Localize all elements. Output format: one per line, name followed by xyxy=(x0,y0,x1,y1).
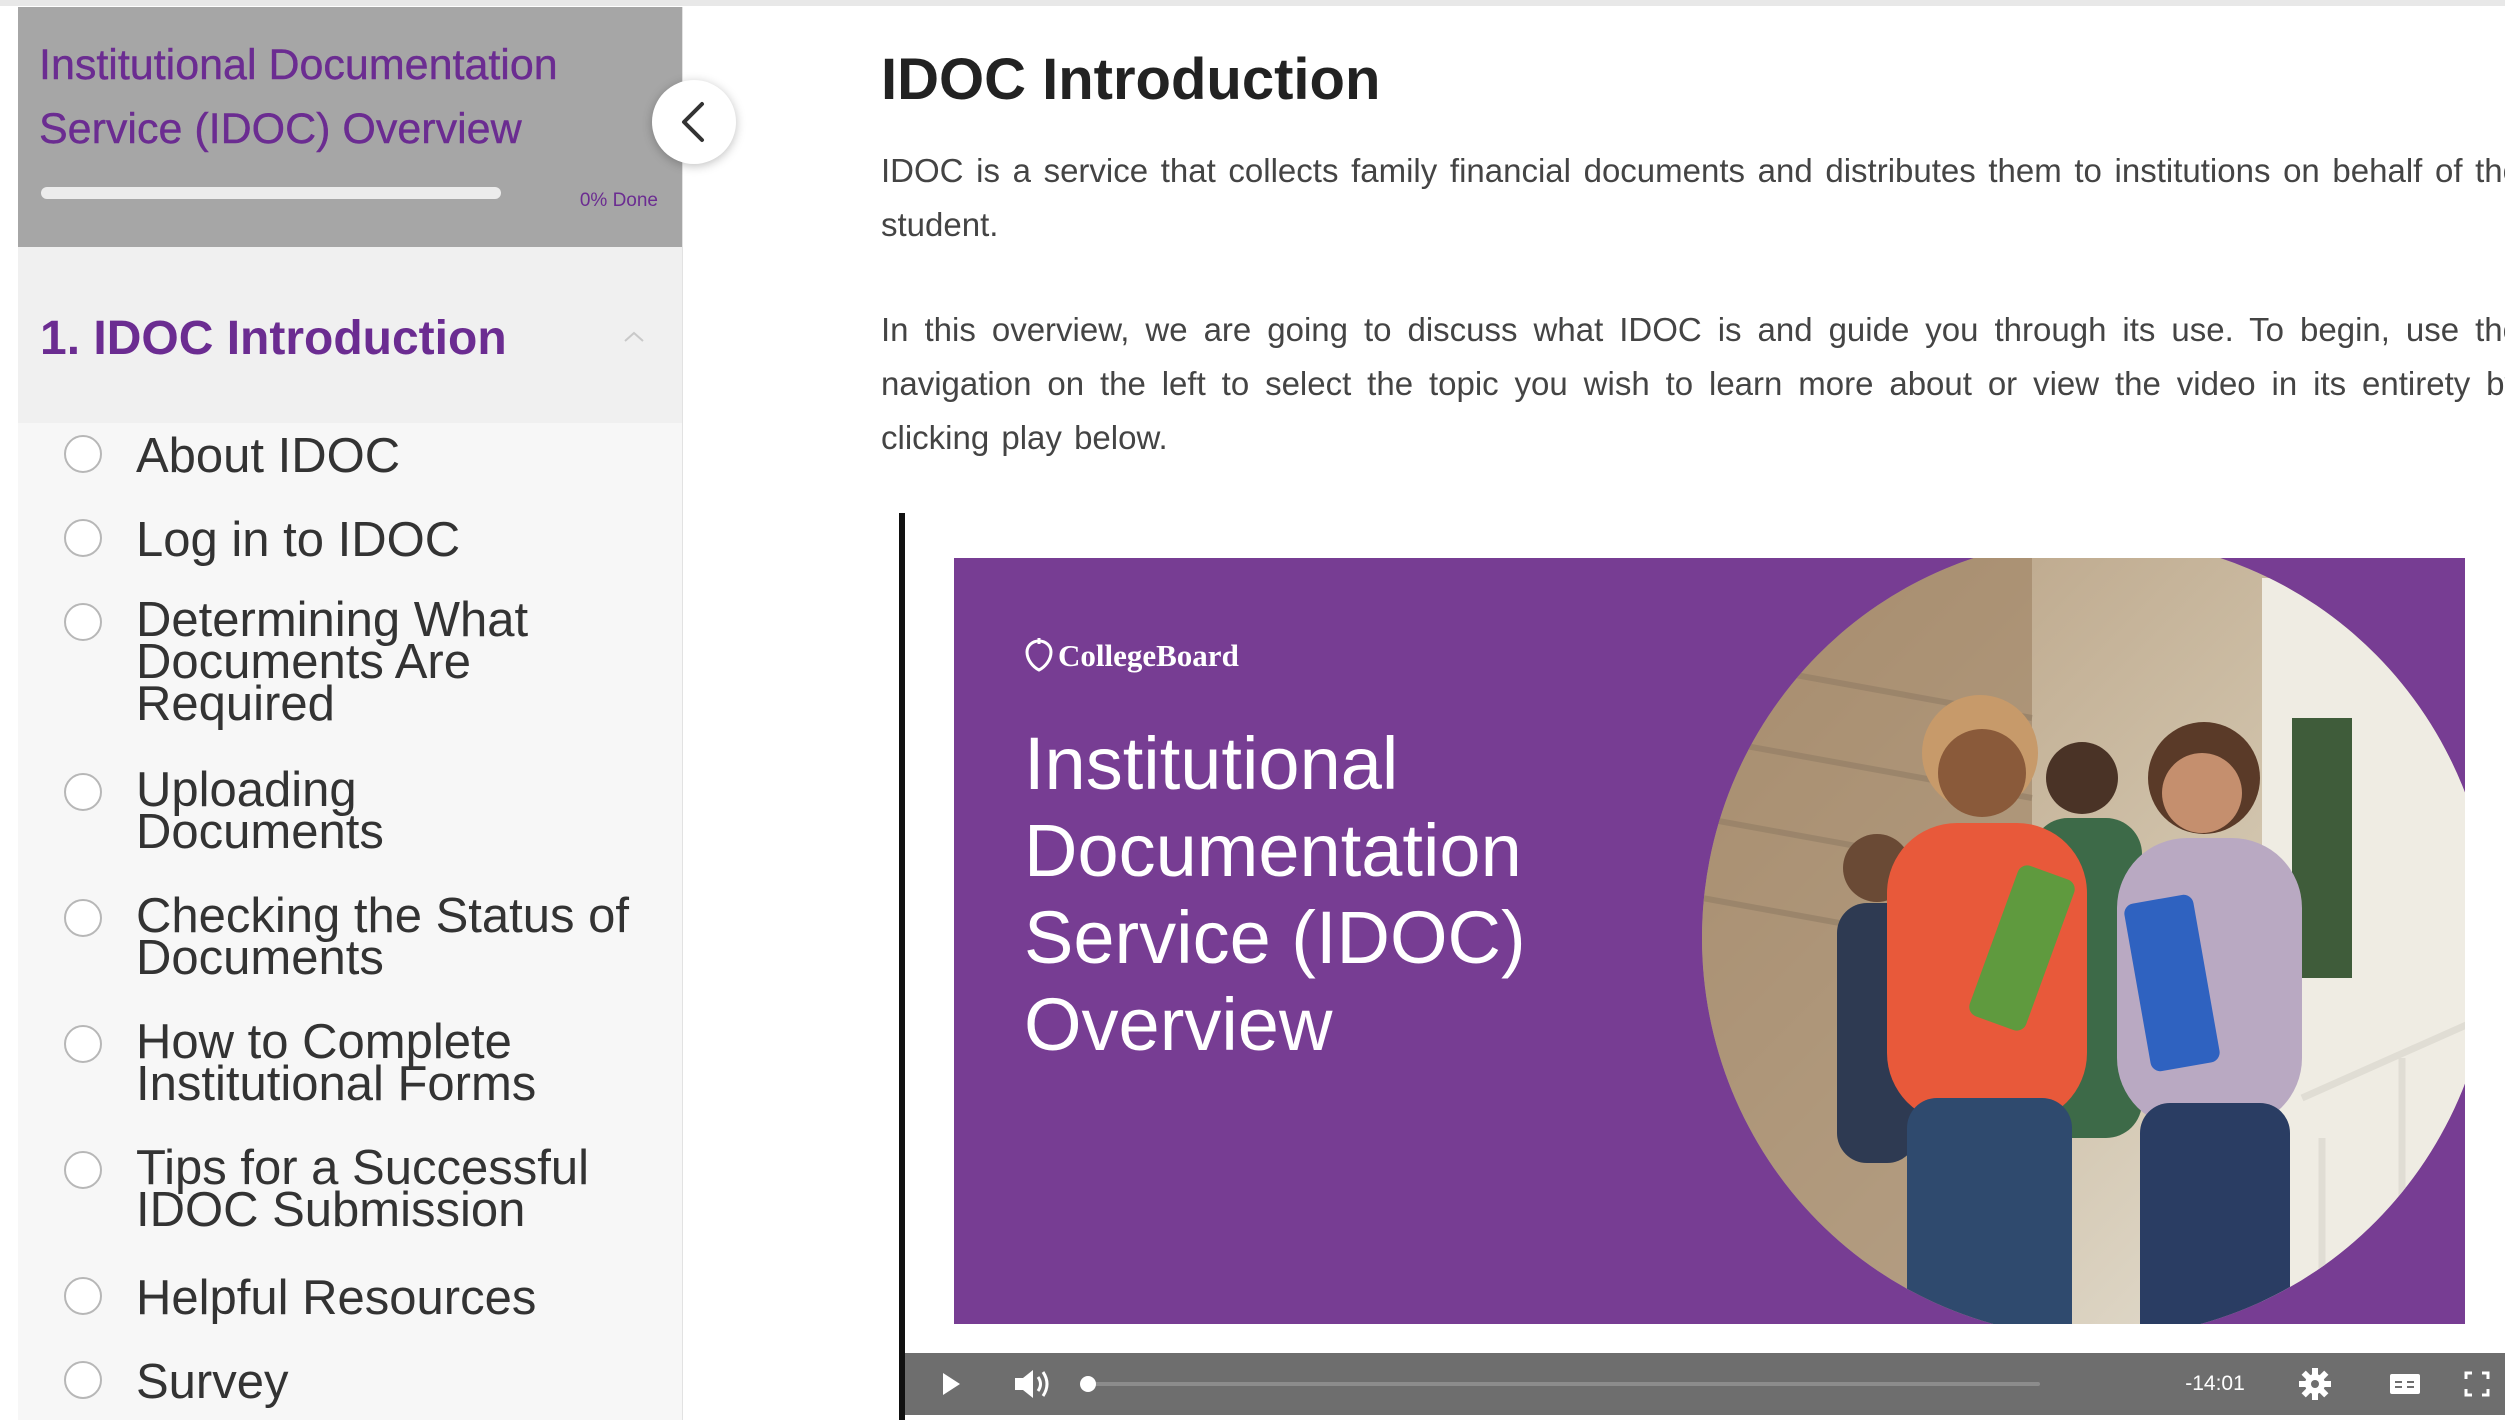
chevron-up-icon xyxy=(624,331,644,342)
overview-paragraph: In this overview, we are going to discus… xyxy=(881,311,2505,456)
lesson-item-about-idoc[interactable]: About IDOC xyxy=(18,431,682,481)
volume-icon xyxy=(1015,1370,1049,1398)
lesson-label: Uploading Documents xyxy=(136,763,384,859)
lesson-status-radio xyxy=(64,1361,102,1399)
intro-paragraph: IDOC is a service that collects family f… xyxy=(881,152,2505,243)
lesson-item-survey[interactable]: Survey xyxy=(18,1357,682,1407)
lesson-label: Determining What Documents Are Required xyxy=(136,593,529,731)
lesson-status-radio xyxy=(64,1151,102,1189)
lesson-label: Log in to IDOC xyxy=(136,513,461,567)
logo-text: CollegeBoard xyxy=(1058,638,1239,673)
lesson-item-log-in[interactable]: Log in to IDOC xyxy=(18,515,682,565)
lesson-label: How to Complete Institutional Forms xyxy=(136,1015,537,1111)
lesson-label: Helpful Resources xyxy=(136,1271,537,1325)
lesson-label: Checking the Status of Documents xyxy=(136,889,630,985)
lesson-status-radio xyxy=(64,603,102,641)
time-remaining: -14:01 xyxy=(2185,1372,2245,1395)
play-button[interactable] xyxy=(925,1353,975,1415)
seek-bar[interactable] xyxy=(1088,1382,2040,1386)
lesson-item-institutional-forms[interactable]: How to Complete Institutional Forms xyxy=(18,1015,682,1121)
lesson-label: Survey xyxy=(136,1355,289,1409)
video-frame-slide: CollegeBoard Institutional Documentation… xyxy=(954,558,2465,1324)
collegeboard-logo: CollegeBoard xyxy=(1024,638,1239,674)
volume-button[interactable] xyxy=(1005,1353,1065,1415)
lesson-status-radio xyxy=(64,435,102,473)
sidebar-header: Institutional Documentation Service (IDO… xyxy=(18,7,682,247)
lesson-status-radio xyxy=(64,773,102,811)
play-icon xyxy=(943,1373,960,1395)
gear-icon xyxy=(2299,1368,2331,1400)
lesson-status-radio xyxy=(64,899,102,937)
top-strip xyxy=(0,0,2505,6)
collapse-sidebar-button[interactable] xyxy=(652,80,736,164)
lesson-status-radio xyxy=(64,519,102,557)
page-title: IDOC Introduction xyxy=(881,47,1381,112)
closed-captions-icon xyxy=(2390,1374,2420,1394)
students-photo xyxy=(1702,558,2465,1324)
lesson-item-uploading-documents[interactable]: Uploading Documents xyxy=(18,763,682,869)
lesson-item-helpful-resources[interactable]: Helpful Resources xyxy=(18,1273,682,1323)
lesson-status-radio xyxy=(64,1277,102,1315)
settings-button[interactable] xyxy=(2285,1353,2345,1415)
progress-bar xyxy=(41,187,501,199)
course-sidebar: Institutional Documentation Service (IDO… xyxy=(18,7,683,1420)
fullscreen-button[interactable] xyxy=(2450,1353,2505,1415)
lesson-item-determining-documents[interactable]: Determining What Documents Are Required xyxy=(18,593,682,739)
lesson-label: Tips for a Successful IDOC Submission xyxy=(136,1141,589,1237)
lesson-item-checking-status[interactable]: Checking the Status of Documents xyxy=(18,889,682,995)
chevron-left-icon xyxy=(682,102,704,142)
lesson-label: About IDOC xyxy=(136,429,401,483)
progress-label: 0% Done xyxy=(579,190,658,211)
section-header-idoc-introduction[interactable]: 1. IDOC Introduction xyxy=(18,247,682,423)
seek-handle[interactable] xyxy=(1080,1376,1096,1392)
section-title: 1. IDOC Introduction xyxy=(40,312,507,365)
fullscreen-icon xyxy=(2464,1371,2490,1397)
lesson-status-radio xyxy=(64,1025,102,1063)
acorn-icon xyxy=(1025,638,1053,672)
slide-title: Institutional Documentation Service (IDO… xyxy=(1024,722,1526,1066)
lesson-item-tips[interactable]: Tips for a Successful IDOC Submission xyxy=(18,1141,682,1247)
captions-button[interactable] xyxy=(2375,1353,2435,1415)
video-controls: -14:01 xyxy=(905,1353,2505,1415)
course-title: Institutional Documentation Service (IDO… xyxy=(39,41,558,153)
